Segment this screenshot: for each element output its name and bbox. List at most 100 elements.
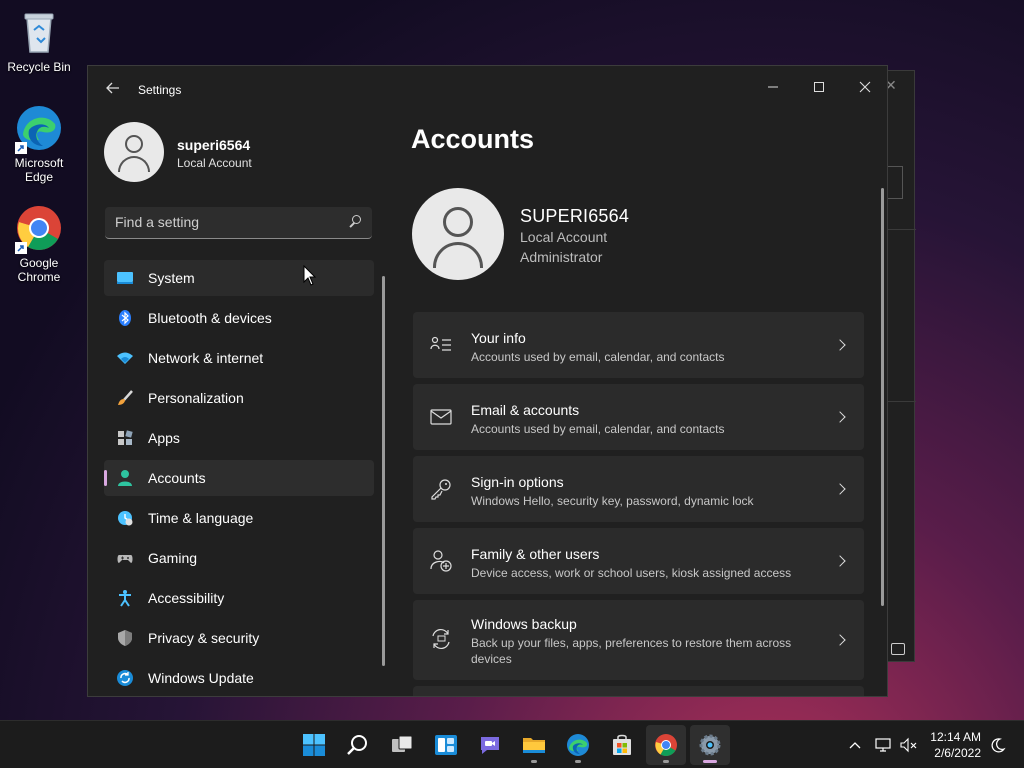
widgets-button[interactable] xyxy=(426,725,466,765)
account-type: Local Account xyxy=(520,229,608,245)
network-icon xyxy=(116,349,134,367)
sidebar-item-windows-update[interactable]: Windows Update xyxy=(104,660,374,696)
maximize-button[interactable] xyxy=(796,71,842,103)
window-icon[interactable] xyxy=(891,643,905,655)
sidebar-item-network[interactable]: Network & internet xyxy=(104,340,374,376)
sidebar-item-accessibility[interactable]: Accessibility xyxy=(104,580,374,616)
sidebar-item-privacy-security[interactable]: Privacy & security xyxy=(104,620,374,656)
chevron-right-icon xyxy=(834,339,846,351)
maximize-icon xyxy=(814,82,824,93)
settings-window: Settings superi6564 Local Account System xyxy=(87,65,888,697)
task-view-button[interactable] xyxy=(382,725,422,765)
mouse-cursor-icon xyxy=(303,265,317,286)
card-next-partial[interactable] xyxy=(413,686,864,696)
sidebar-item-label: System xyxy=(148,270,195,286)
card-windows-backup[interactable]: Windows backup Back up your files, apps,… xyxy=(413,600,864,680)
shield-icon xyxy=(116,629,134,647)
card-subtitle: Accounts used by email, calendar, and co… xyxy=(471,422,725,436)
card-email-accounts[interactable]: Email & accounts Accounts used by email,… xyxy=(413,384,864,450)
search-box[interactable] xyxy=(105,207,372,239)
running-indicator xyxy=(531,760,537,763)
close-icon xyxy=(859,81,871,93)
start-button[interactable] xyxy=(294,725,334,765)
store-icon xyxy=(613,734,631,755)
desktop-icon-edge[interactable]: Microsoft Edge xyxy=(4,104,74,184)
card-subtitle: Accounts used by email, calendar, and co… xyxy=(471,350,725,364)
chevron-up-icon[interactable] xyxy=(847,737,863,753)
page-title: Accounts xyxy=(411,124,535,154)
close-button[interactable] xyxy=(842,71,887,103)
card-title: Windows backup xyxy=(471,616,577,632)
windows-logo-icon xyxy=(303,734,325,756)
running-indicator xyxy=(575,760,581,763)
sidebar-item-label: Accessibility xyxy=(148,590,225,606)
sidebar-item-personalization[interactable]: Personalization xyxy=(104,380,374,416)
desktop-icon-recycle-bin[interactable]: Recycle Bin xyxy=(4,8,74,74)
desktop-icon-label: Microsoft Edge xyxy=(14,156,64,184)
card-your-info[interactable]: Your info Accounts used by email, calend… xyxy=(413,312,864,378)
gaming-icon xyxy=(116,549,134,567)
taskbar-search-button[interactable] xyxy=(338,725,378,765)
content-scrollbar[interactable] xyxy=(881,188,884,606)
desktop-icon-label: Google Chrome xyxy=(17,256,61,284)
card-title: Your info xyxy=(471,330,526,346)
card-title: Email & accounts xyxy=(471,402,580,418)
sidebar-item-label: Network & internet xyxy=(148,350,264,366)
gear-icon xyxy=(699,734,721,756)
sidebar-item-apps[interactable]: Apps xyxy=(104,420,374,456)
sidebar-item-label: Apps xyxy=(148,430,180,446)
back-arrow-icon[interactable] xyxy=(102,80,124,102)
notifications-moon-icon[interactable] xyxy=(990,737,1006,753)
title-bar[interactable]: Settings xyxy=(88,66,887,114)
sidebar-item-bluetooth[interactable]: Bluetooth & devices xyxy=(104,300,374,336)
bluetooth-icon xyxy=(116,309,134,327)
key-icon xyxy=(430,478,452,500)
sidebar-item-label: Personalization xyxy=(148,390,244,406)
card-subtitle: Device access, work or school users, kio… xyxy=(471,566,792,580)
file-explorer-button[interactable] xyxy=(514,725,554,765)
volume-muted-icon[interactable] xyxy=(900,737,917,753)
search-icon[interactable] xyxy=(348,214,362,230)
sidebar-item-accounts[interactable]: Accounts xyxy=(104,460,374,496)
settings-button[interactable] xyxy=(690,725,730,765)
chat-icon xyxy=(481,737,499,754)
profile-account-type: Local Account xyxy=(177,156,252,170)
windows-update-icon xyxy=(116,669,134,687)
sidebar-item-label: Windows Update xyxy=(148,670,254,686)
card-sign-in-options[interactable]: Sign-in options Windows Hello, security … xyxy=(413,456,864,522)
sidebar-item-label: Gaming xyxy=(148,550,198,566)
sidebar-profile[interactable]: superi6564 Local Account xyxy=(104,122,374,184)
sidebar-nav: System Bluetooth & devices Network & int… xyxy=(104,260,374,696)
store-button[interactable] xyxy=(602,725,642,765)
desktop-icon-chrome[interactable]: Google Chrome xyxy=(4,204,74,284)
sidebar-item-label: Accounts xyxy=(148,470,206,486)
account-name: SUPERI6564 xyxy=(520,206,630,226)
running-indicator xyxy=(663,760,669,763)
chat-button[interactable] xyxy=(470,725,510,765)
clock-time[interactable]: 12:14 AM xyxy=(925,729,981,745)
clock-date[interactable]: 2/6/2022 xyxy=(925,746,981,760)
sidebar-item-label: Privacy & security xyxy=(148,630,260,646)
sidebar-scrollbar[interactable] xyxy=(382,276,385,666)
avatar xyxy=(104,122,164,182)
chevron-right-icon xyxy=(834,634,846,646)
chrome-button[interactable] xyxy=(646,725,686,765)
card-title: Sign-in options xyxy=(471,474,564,490)
card-family-other-users[interactable]: Family & other users Device access, work… xyxy=(413,528,864,594)
search-input[interactable] xyxy=(115,214,335,230)
sidebar-item-time-language[interactable]: Time & language xyxy=(104,500,374,536)
chevron-right-icon xyxy=(834,411,846,423)
task-view-icon xyxy=(392,735,413,752)
network-status-icon[interactable] xyxy=(874,737,891,753)
search-icon xyxy=(347,735,367,755)
minimize-button[interactable] xyxy=(750,71,796,103)
edge-button[interactable] xyxy=(558,725,598,765)
chrome-icon xyxy=(655,734,677,756)
account-role: Administrator xyxy=(520,249,603,265)
card-title: Family & other users xyxy=(471,546,600,562)
sidebar-item-system[interactable]: System xyxy=(104,260,374,296)
sidebar-item-gaming[interactable]: Gaming xyxy=(104,540,374,576)
brush-icon xyxy=(116,389,134,407)
sidebar-item-label: Bluetooth & devices xyxy=(148,310,272,326)
edge-icon xyxy=(15,104,63,154)
